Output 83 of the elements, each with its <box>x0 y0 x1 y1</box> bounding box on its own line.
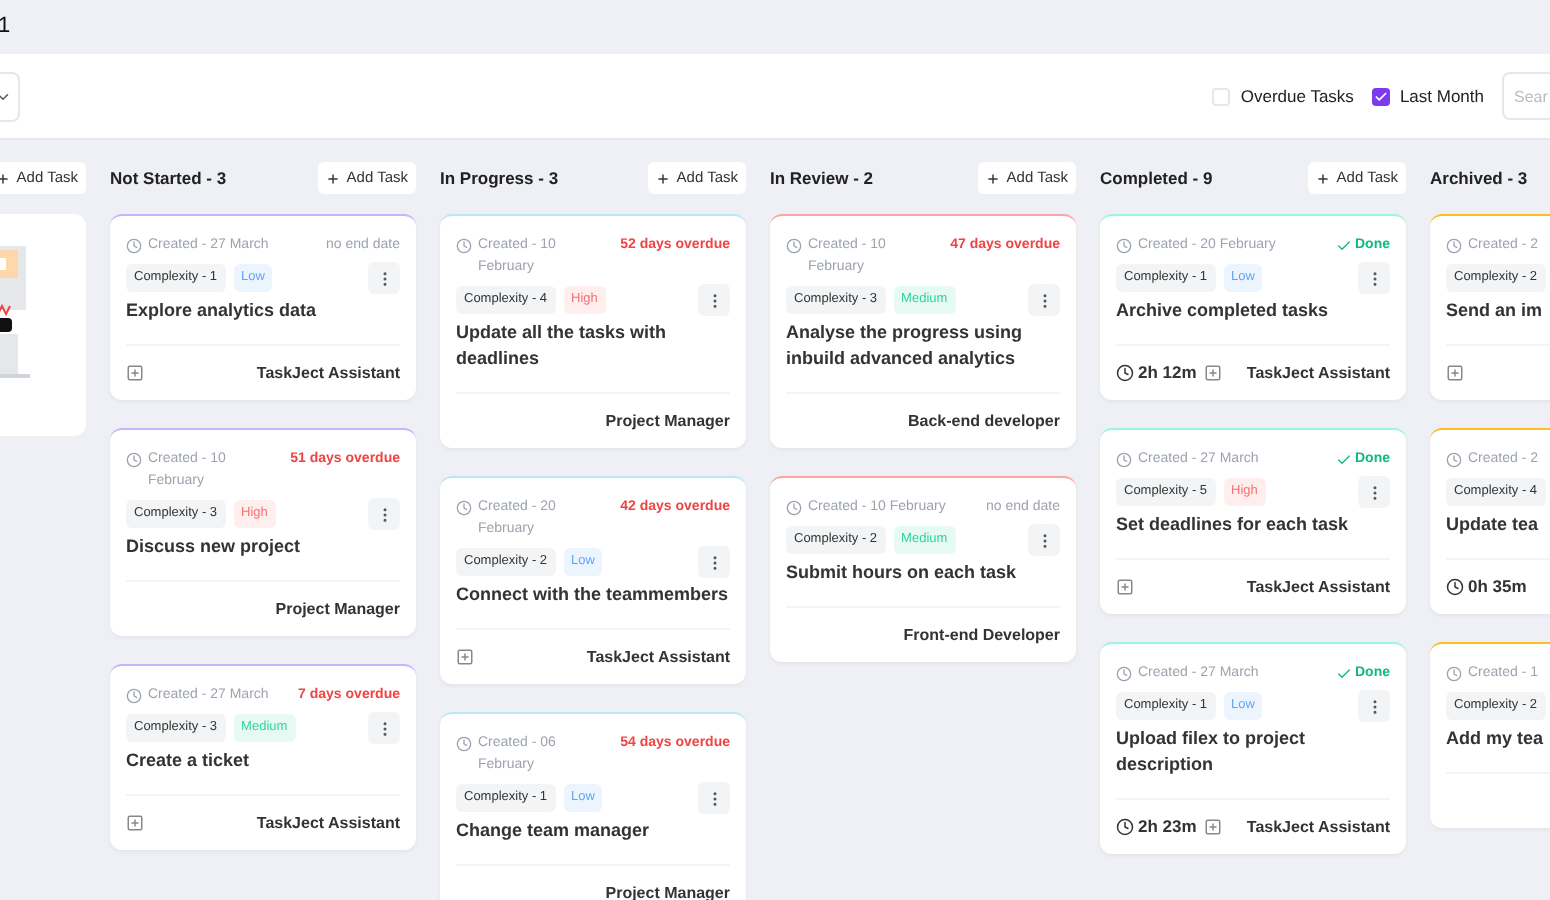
check-icon <box>1335 665 1351 681</box>
assignee-name: Project Manager <box>605 881 730 900</box>
more-menu-button[interactable] <box>698 546 730 578</box>
clock-icon <box>786 237 802 253</box>
task-title: Create a ticket <box>126 748 252 774</box>
assignee-name: TaskJect Assistant <box>1246 815 1390 839</box>
clock-icon <box>1446 578 1464 596</box>
more-menu-button[interactable] <box>1358 690 1390 722</box>
column-title: Completed - 9 <box>1100 165 1213 191</box>
add-subtask-icon[interactable] <box>126 814 144 832</box>
filter-label: Last Month <box>1399 83 1484 109</box>
column-title: In Review - 2 <box>770 165 873 191</box>
clock-icon <box>456 499 472 515</box>
clock-icon <box>126 237 142 253</box>
assignee-name: TaskJect Assistant <box>256 361 400 385</box>
assignee-name: TaskJect Assistant <box>256 811 400 835</box>
check-icon <box>1335 451 1351 467</box>
clock-icon <box>1446 451 1462 467</box>
search-field[interactable]: Sear <box>1502 72 1550 120</box>
more-menu-button[interactable] <box>698 782 730 814</box>
check-icon <box>1373 89 1388 103</box>
time-spent: 0h 35m <box>1468 574 1527 600</box>
task-title: Set deadlines for each task <box>1116 512 1351 538</box>
add-subtask-icon[interactable] <box>456 648 474 666</box>
clock-icon <box>456 237 472 253</box>
checkbox[interactable] <box>1212 87 1231 105</box>
task-title: Update tea <box>1446 512 1541 538</box>
column-title: In Progress - 3 <box>440 165 559 191</box>
task-title: Explore analytics data <box>126 298 319 324</box>
check-icon <box>1335 237 1351 253</box>
assignee-name: TaskJect Assistant <box>1246 361 1390 385</box>
plus-icon <box>0 171 11 185</box>
page-heading: 1 <box>0 12 11 43</box>
plus-icon <box>326 171 341 185</box>
assignee-name: Front-end Developer <box>903 623 1060 647</box>
more-menu-button[interactable] <box>368 262 400 294</box>
clock-icon <box>786 499 802 515</box>
assignee-name: Back-end developer <box>907 409 1060 433</box>
assignee-name: Project Manager <box>275 597 400 621</box>
clock-icon <box>126 451 142 467</box>
task-title: Discuss new project <box>126 534 303 560</box>
task-title: Submit hours on each task <box>786 560 1019 586</box>
clock-icon <box>1116 818 1134 836</box>
checkbox[interactable] <box>1371 87 1390 105</box>
more-menu-button[interactable] <box>1358 262 1390 294</box>
plus-icon <box>656 171 671 185</box>
add-subtask-icon[interactable] <box>126 364 144 382</box>
task-title: Analyse the progress using inbuild advanced analytics <box>786 320 1025 372</box>
task-title: Archive completed tasks <box>1116 298 1331 324</box>
clock-icon <box>1116 364 1134 382</box>
plus-icon <box>1316 171 1331 185</box>
column-title: Not Started - 3 <box>110 165 227 191</box>
clock-icon <box>1116 451 1132 467</box>
assignee-name: Project Manager <box>605 409 730 433</box>
more-menu-button[interactable] <box>1358 476 1390 508</box>
add-subtask-icon[interactable] <box>1204 818 1223 836</box>
time-spent: 2h 23m <box>1138 814 1197 840</box>
assignee-name: TaskJect Assistant <box>1246 575 1390 599</box>
add-subtask-icon[interactable] <box>1204 364 1223 382</box>
task-title: Connect with the teammembers <box>456 582 730 608</box>
clock-icon <box>456 735 472 751</box>
clock-icon <box>126 687 142 703</box>
task-title: Change team manager <box>456 818 652 844</box>
clock-icon <box>1446 237 1462 253</box>
filter-label: Overdue Tasks <box>1240 83 1354 109</box>
column-title: Archived - 3 <box>1430 165 1528 191</box>
clock-icon <box>1116 237 1132 253</box>
more-menu-button[interactable] <box>368 498 400 530</box>
task-title: Add my tea <box>1446 726 1546 752</box>
more-menu-button[interactable] <box>368 712 400 744</box>
time-spent: 2h 12m <box>1138 360 1197 386</box>
more-menu-button[interactable] <box>1028 524 1060 556</box>
clock-icon <box>1446 665 1462 681</box>
more-menu-button[interactable] <box>1028 284 1060 316</box>
add-subtask-icon[interactable] <box>1446 364 1464 382</box>
more-menu-button[interactable] <box>698 284 730 316</box>
plus-icon <box>986 171 1001 185</box>
task-title: Upload filex to project description <box>1116 726 1308 778</box>
assignee-name: TaskJect Assistant <box>586 645 730 669</box>
task-title: Send an im <box>1446 298 1545 324</box>
add-subtask-icon[interactable] <box>1116 578 1134 596</box>
clock-icon <box>1116 665 1132 681</box>
task-title: Update all the tasks with deadlines <box>456 320 669 372</box>
